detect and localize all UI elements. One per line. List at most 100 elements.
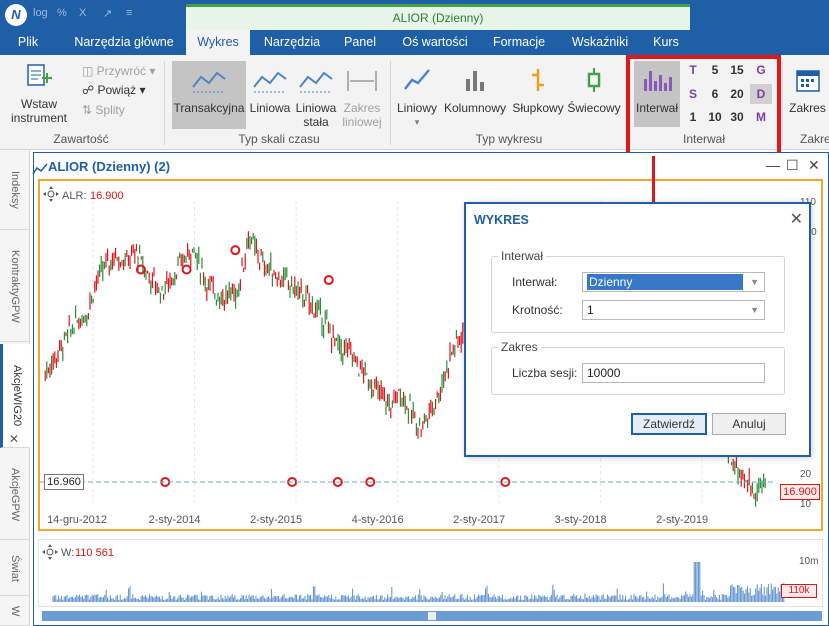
tab-wykres[interactable]: Wykres: [186, 30, 250, 55]
close-tab-icon[interactable]: ✕: [9, 432, 19, 446]
tab-panel[interactable]: Panel: [334, 30, 386, 55]
window-title: ALIOR (Dzienny): [186, 4, 690, 30]
chart-type-bar-label: Słupkowy: [512, 101, 564, 115]
app-logo: N: [5, 4, 27, 26]
interval-select[interactable]: Dzienny ▼: [582, 272, 765, 292]
tab-wskazniki[interactable]: Wskaźniki: [562, 30, 638, 55]
multiplicity-field-label: Krotność:: [512, 303, 563, 317]
scale-transactional-button[interactable]: Transakcyjna: [172, 61, 246, 129]
scale-linear-icon: [253, 71, 287, 93]
scale-linear-fixed-label: Liniowa stała: [295, 101, 337, 129]
split-marker: [181, 264, 192, 275]
chevron-down-icon: ▼: [750, 277, 759, 287]
y-axis-tick-label: 10: [800, 499, 812, 510]
volume-chart-svg[interactable]: W: 110 561 10m: [39, 540, 822, 606]
linear-range-button[interactable]: Zakres liniowej: [340, 61, 384, 129]
ribbon-separator: [164, 61, 165, 145]
volume-value: 110 561: [75, 547, 114, 559]
tab-narzedzia-glowne[interactable]: Narzędzia główne: [64, 30, 184, 55]
multiplicity-select-value: 1: [587, 303, 594, 317]
sessions-field-label: Liczba sesji:: [512, 366, 578, 380]
insert-instrument-button[interactable]: Wstaw instrument: [6, 61, 72, 129]
y-axis-tick-label: 20: [800, 469, 812, 480]
side-tab-akcje-wig20-label: AkcjeWIG20: [11, 364, 23, 427]
chart-type-line-dropdown-icon[interactable]: ▾: [394, 115, 440, 129]
side-tab-kontrakty[interactable]: KontraktyGPW: [0, 232, 30, 342]
chart-type-candle-button[interactable]: Świecowy: [566, 61, 622, 129]
x-axis-tick-label: 2-sty-2014: [149, 514, 201, 526]
chevron-down-icon: ▼: [750, 305, 759, 315]
range-button-label: Zakres: [789, 101, 826, 115]
confirm-button[interactable]: Zatwierdź: [631, 413, 707, 435]
group-label-typ-skali: Typ skali czasu: [238, 132, 320, 146]
dialog-title: WYKRES: [474, 213, 529, 227]
scale-linear-label: Liniowa: [249, 101, 291, 115]
splits-icon: ⇅: [82, 103, 96, 117]
chart-window-icon: [32, 163, 48, 175]
volume-label: W:: [61, 547, 74, 559]
x-axis-tick-label: 2-sty-2019: [656, 514, 708, 526]
horizontal-scrollbar[interactable]: [42, 611, 822, 621]
scrollbar-thumb[interactable]: [428, 612, 436, 620]
quick-access-menu-icon[interactable]: ≡: [126, 7, 132, 19]
range-button[interactable]: Zakres: [786, 61, 829, 129]
splits-button[interactable]: ⇅ Splity: [82, 103, 125, 117]
chart-type-line-button[interactable]: Liniowy ▾: [394, 61, 440, 129]
scale-linear-fixed-button[interactable]: Liniowa stała: [294, 61, 338, 129]
close-icon[interactable]: ✕: [808, 157, 820, 174]
side-tab-strip: Indeksy KontraktyGPW AkcjeWIG20 ✕ AkcjeG…: [0, 150, 30, 626]
x-axis-tick-label: 4-sty-2016: [352, 514, 404, 526]
tab-formacje[interactable]: Formacje: [484, 30, 554, 55]
restore-icon: ◫: [82, 64, 97, 78]
chart-type-bar-button[interactable]: Słupkowy: [510, 61, 566, 129]
dialog-close-icon[interactable]: ✕: [790, 209, 803, 229]
volume-axis-tag: 110k: [781, 584, 817, 598]
chart-window-title: ALIOR (Dzienny) (2): [48, 159, 171, 174]
resize-arrow-icon[interactable]: ↗: [103, 7, 112, 20]
percent-scale-icon[interactable]: %: [57, 7, 67, 19]
line-chart-icon: [404, 69, 430, 90]
sessions-input[interactable]: 10000: [582, 363, 765, 383]
minimize-icon[interactable]: —: [766, 157, 780, 173]
group-label-typ-wykresu: Typ wykresu: [475, 132, 543, 146]
split-marker: [230, 245, 241, 256]
scale-linear-fixed-icon: [299, 71, 333, 93]
ribbon-separator: [782, 61, 783, 145]
move-volume-panel-icon[interactable]: [42, 544, 58, 560]
volume-chart-panel[interactable]: W: 110 561 10m 110k: [38, 539, 823, 607]
splits-label: Splity: [95, 103, 125, 117]
maximize-icon[interactable]: ☐: [786, 157, 799, 174]
symbol-label: ALR:: [62, 190, 86, 202]
side-tab-swiat[interactable]: Świat: [0, 542, 30, 596]
cancel-button[interactable]: Anuluj: [712, 413, 786, 435]
chart-type-column-button[interactable]: Kolumnowy: [442, 61, 508, 129]
chart-type-column-label: Kolumnowy: [443, 101, 507, 115]
move-panel-icon[interactable]: [43, 186, 59, 202]
link-button[interactable]: ☍ Powiąż ▾: [82, 83, 146, 97]
tab-plik[interactable]: Plik: [0, 30, 56, 55]
scale-linear-button[interactable]: Liniowa: [248, 61, 292, 129]
multiplicity-select[interactable]: 1 ▼: [582, 300, 765, 320]
interval-group-label: Interwał: [498, 249, 547, 263]
x-axis-tick-label: 14-gru-2012: [47, 514, 107, 526]
x-axis-tick-label: 3-sty-2018: [555, 514, 607, 526]
ribbon-tabs: Plik Narzędzia główne Wykres Narzędzia P…: [0, 30, 829, 55]
link-label: Powiąż: [97, 83, 137, 97]
candlestick-icon: [587, 68, 601, 92]
split-marker: [323, 275, 334, 286]
scale-transactional-label: Transakcyjna: [173, 101, 245, 115]
tab-kurs[interactable]: Kurs: [644, 30, 688, 55]
chart-settings-dialog: WYKRES ✕ Interwał Interwał: Dzienny ▼ Kr…: [464, 202, 811, 457]
range-fieldset: Zakres Liczba sesji: 10000: [491, 340, 785, 395]
log-scale-icon[interactable]: log: [33, 7, 48, 19]
side-tab-akcje-gpw[interactable]: AkcjeGPW: [0, 450, 30, 540]
tab-narzedzia[interactable]: Narzędzia: [256, 30, 328, 55]
price-axis-tag: 16.900: [780, 484, 820, 501]
tab-os-wartosci[interactable]: Oś wartości: [394, 30, 476, 55]
linear-range-label: Zakres liniowej: [342, 101, 382, 129]
side-tab-indeksy[interactable]: Indeksy: [0, 150, 30, 230]
restore-button[interactable]: ◫ Przywróć ▾: [82, 64, 155, 78]
x-axis-tick-label: 2-sty-2015: [250, 514, 302, 526]
remove-tools-icon[interactable]: X: [79, 7, 86, 19]
side-tab-more[interactable]: W: [0, 598, 30, 626]
